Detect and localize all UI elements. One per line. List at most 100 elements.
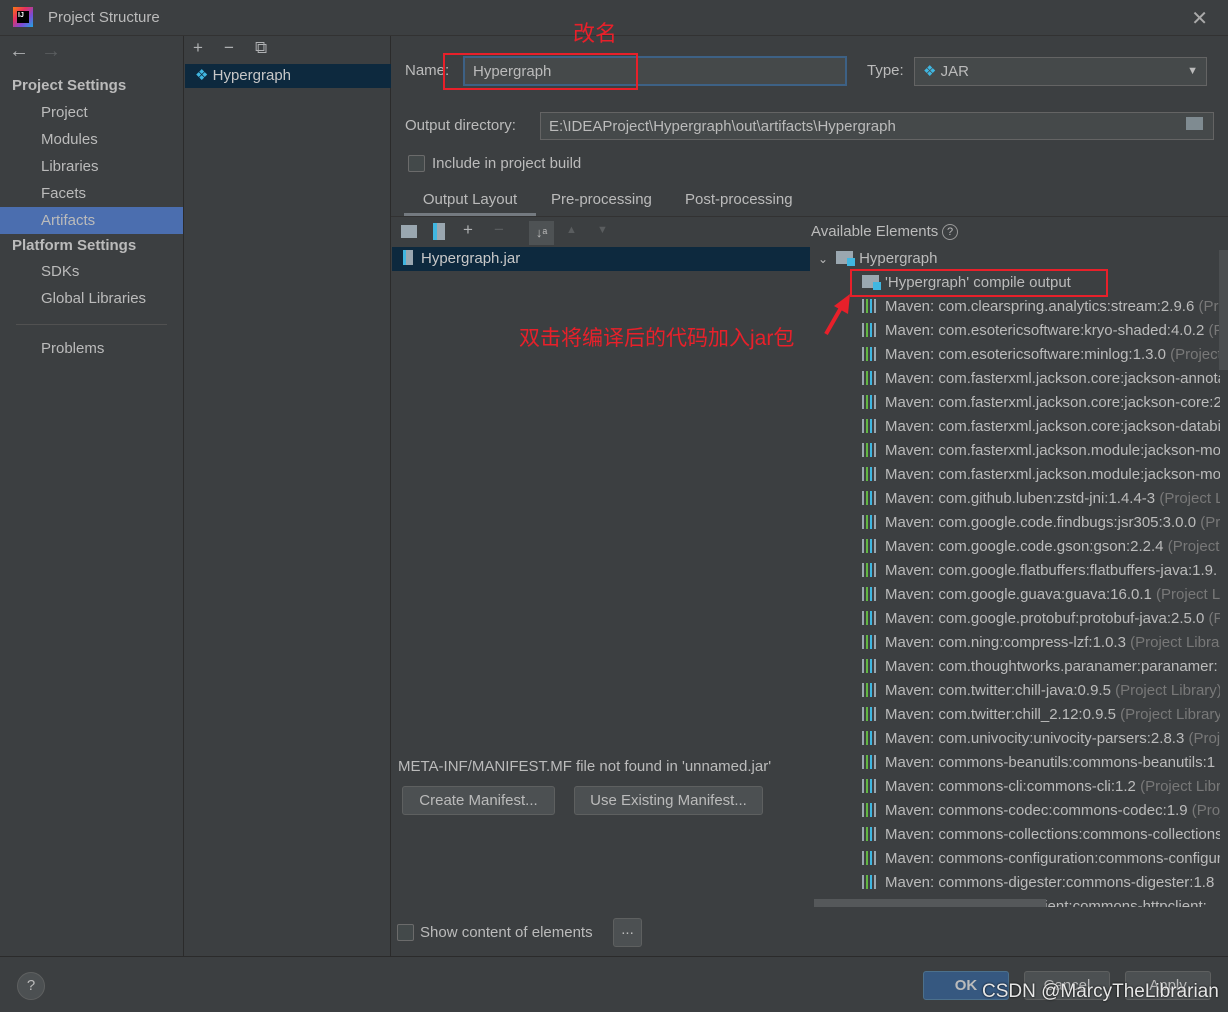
library-item[interactable]: Maven: com.twitter:chill_2.12:0.9.5 (Pro… [862,703,1220,727]
library-item[interactable]: Maven: com.esotericsoftware:kryo-shaded:… [862,319,1220,343]
library-scope: (Project Library) [1167,538,1220,555]
remove-icon[interactable]: − [224,38,234,58]
library-item[interactable]: Maven: com.google.code.findbugs:jsr305:3… [862,511,1220,535]
artifact-label: Hypergraph [212,67,292,84]
library-item[interactable]: Maven: com.google.flatbuffers:flatbuffer… [862,559,1217,583]
library-item[interactable]: Maven: com.fasterxml.jackson.core:jackso… [862,367,1220,391]
library-item[interactable]: Maven: commons-configuration:commons-con… [862,847,1220,871]
jar-icon: ❖ [923,63,937,80]
library-label: Maven: com.github.luben:zstd-jni:1.4.4-3 [885,490,1156,507]
layout-item-label: Hypergraph.jar [421,250,521,267]
library-item[interactable]: Maven: commons-codec:commons-codec:1.9 (… [862,799,1220,823]
library-item[interactable]: Maven: com.google.code.gson:gson:2.2.4 (… [862,535,1220,559]
compile-output-highlight-box [850,269,1108,297]
library-item[interactable]: Maven: commons-beanutils:commons-beanuti… [862,751,1215,775]
add-archive-icon[interactable] [433,223,445,240]
artifact-item-hypergraph[interactable]: ❖ Hypergraph [185,64,391,88]
forward-arrow-icon[interactable]: → [41,40,61,63]
tab-output-layout[interactable]: Output Layout [404,188,536,216]
tab-pre-processing[interactable]: Pre-processing [551,188,652,212]
help-icon[interactable]: ? [942,224,958,240]
tree-node-label: Hypergraph [859,250,938,267]
library-item[interactable]: Maven: com.esotericsoftware:minlog:1.3.0… [862,343,1220,367]
library-item[interactable]: Maven: com.fasterxml.jackson.core:jackso… [862,415,1220,439]
close-icon[interactable]: ✕ [1191,6,1208,31]
library-icon [862,443,879,457]
library-item[interactable]: Maven: com.google.protobuf:protobuf-java… [862,607,1220,631]
type-value: JAR [940,63,969,80]
sort-icon[interactable]: ↓ᵃ [529,221,554,245]
tree-node-hypergraph[interactable]: ⌄ Hypergraph [818,247,937,271]
create-manifest-button[interactable]: Create Manifest... [402,786,555,815]
show-content-label: Show content of elements [420,924,593,941]
library-icon [862,515,879,529]
library-item[interactable]: Maven: com.clearspring.analytics:stream:… [862,295,1220,319]
library-label: Maven: commons-beanutils:commons-beanuti… [885,754,1216,771]
add-copy-of-icon[interactable]: + [463,220,473,240]
library-label: Maven: com.ning:compress-lzf:1.0.3 [885,634,1126,651]
library-item[interactable]: Maven: com.fasterxml.jackson.module:jack… [862,439,1220,463]
sidebar-item-facets[interactable]: Facets [0,180,183,207]
library-item[interactable]: Maven: com.ning:compress-lzf:1.0.3 (Proj… [862,631,1220,655]
browse-folder-icon[interactable] [1186,117,1203,130]
library-label: Maven: com.google.protobuf:protobuf-java… [885,610,1205,627]
sidebar-item-project[interactable]: Project [0,99,183,126]
move-down-icon[interactable]: ▼ [597,224,608,236]
library-icon [862,539,879,553]
library-icon [862,851,879,865]
library-item[interactable]: Maven: com.thoughtworks.paranamer:parana… [862,655,1218,679]
library-scope: (Project Library) [1198,298,1220,315]
sidebar-item-libraries[interactable]: Libraries [0,153,183,180]
show-content-checkbox[interactable] [397,924,414,941]
jar-archive-icon [403,250,413,265]
tab-post-processing[interactable]: Post-processing [685,188,793,212]
sidebar-item-artifacts[interactable]: Artifacts [0,207,183,234]
library-label: Maven: com.google.code.findbugs:jsr305:3… [885,514,1197,531]
library-label: Maven: com.google.flatbuffers:flatbuffer… [885,562,1218,579]
layout-item-jar[interactable]: Hypergraph.jar [392,247,810,271]
library-icon [862,683,879,697]
back-arrow-icon[interactable]: ← [9,40,29,63]
library-label: Maven: commons-digester:commons-digester… [885,874,1215,891]
move-up-icon[interactable]: ▲ [566,224,577,236]
library-icon [862,347,879,361]
library-label: Maven: com.fasterxml.jackson.module:jack… [885,466,1220,483]
library-item[interactable]: Maven: com.google.guava:guava:16.0.1 (Pr… [862,583,1220,607]
sidebar-item-sdks[interactable]: SDKs [0,258,183,285]
library-item[interactable]: Maven: commons-collections:commons-colle… [862,823,1220,847]
library-icon [862,659,879,673]
manifest-warning: META-INF/MANIFEST.MF file not found in '… [398,758,772,775]
divider [0,956,1228,957]
library-item[interactable]: Maven: com.twitter:chill-java:0.9.5 (Pro… [862,679,1220,703]
sidebar-item-problems[interactable]: Problems [0,335,183,362]
library-item[interactable]: Maven: commons-digester:commons-digester… [862,871,1214,895]
add-icon[interactable]: + [193,38,203,58]
library-label: Maven: commons-configuration:commons-con… [885,850,1220,867]
type-select[interactable]: ❖ JAR ▼ [914,57,1207,86]
library-item[interactable]: Maven: com.fasterxml.jackson.core:jackso… [862,391,1220,415]
chevron-down-icon: ▼ [1187,65,1198,77]
library-scope: (Project Library) [1115,706,1220,723]
output-directory-input[interactable] [540,112,1214,140]
library-item[interactable]: Maven: com.fasterxml.jackson.module:jack… [862,463,1220,487]
sidebar-item-global-libraries[interactable]: Global Libraries [0,285,183,312]
library-icon [862,299,879,313]
window-title: Project Structure [48,9,160,26]
include-in-build-checkbox[interactable] [408,155,425,172]
library-scope: (Project Library) [1170,346,1220,363]
new-directory-icon[interactable] [401,225,417,238]
copy-icon[interactable]: ⧉ [255,38,267,58]
library-item[interactable]: Maven: com.univocity:univocity-parsers:2… [862,727,1220,751]
show-content-options-button[interactable]: ... [613,918,642,947]
tree-vertical-scrollbar[interactable] [1219,250,1228,370]
include-in-build-label: Include in project build [432,155,582,172]
library-item[interactable]: Maven: commons-cli:commons-cli:1.2 (Proj… [862,775,1220,799]
remove-element-icon[interactable]: − [494,220,504,240]
tree-horizontal-scrollbar[interactable] [814,899,1046,907]
library-icon [862,875,879,889]
sidebar-item-modules[interactable]: Modules [0,126,183,153]
use-existing-manifest-button[interactable]: Use Existing Manifest... [574,786,763,815]
library-icon [862,587,879,601]
help-button[interactable]: ? [17,972,45,1000]
library-item[interactable]: Maven: com.github.luben:zstd-jni:1.4.4-3… [862,487,1220,511]
